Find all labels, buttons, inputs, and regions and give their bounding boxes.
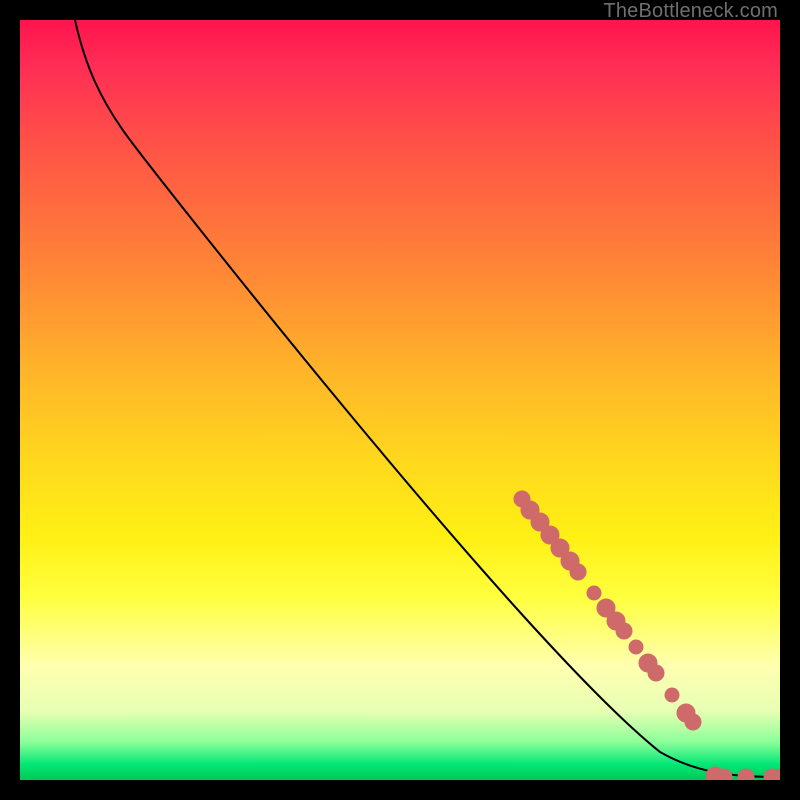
chart-frame: TheBottleneck.com bbox=[0, 0, 800, 800]
data-marker bbox=[716, 769, 732, 780]
plot-area bbox=[20, 20, 780, 780]
data-marker bbox=[665, 688, 679, 702]
chart-svg bbox=[20, 20, 780, 780]
data-marker bbox=[629, 640, 643, 654]
marker-group bbox=[514, 491, 780, 780]
data-marker bbox=[570, 564, 586, 580]
data-marker bbox=[587, 586, 601, 600]
bottleneck-curve bbox=[75, 20, 780, 777]
data-marker bbox=[685, 714, 701, 730]
data-marker bbox=[738, 769, 754, 780]
data-marker bbox=[648, 665, 664, 681]
data-marker bbox=[616, 623, 632, 639]
